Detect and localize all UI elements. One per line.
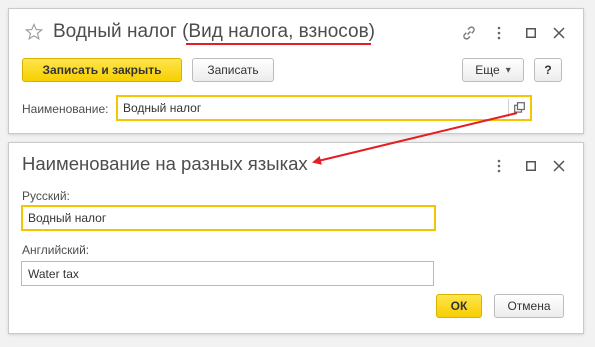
- cancel-button[interactable]: Отмена: [494, 294, 564, 318]
- more-button-label: Еще: [475, 63, 500, 77]
- english-value: Water tax: [28, 267, 79, 281]
- name-label: Наименование:: [22, 102, 109, 116]
- russian-value: Водный налог: [28, 211, 107, 225]
- link-icon[interactable]: [461, 25, 477, 41]
- russian-field[interactable]: Водный налог: [21, 205, 436, 231]
- window-title: Водный налог (Вид налога, взносов): [53, 21, 375, 43]
- close-icon[interactable]: [553, 160, 565, 172]
- field-divider: [508, 99, 509, 117]
- maximize-icon[interactable]: [526, 28, 536, 38]
- languages-window-title: Наименование на разных языках: [22, 153, 308, 174]
- maximize-icon[interactable]: [526, 161, 536, 171]
- star-icon[interactable]: [25, 23, 43, 41]
- save-button[interactable]: Записать: [192, 58, 274, 82]
- more-button[interactable]: Еще ▾: [462, 58, 524, 82]
- english-field[interactable]: Water tax: [21, 261, 434, 286]
- close-icon[interactable]: [553, 27, 565, 39]
- chevron-down-icon: ▾: [505, 64, 511, 76]
- name-field[interactable]: Водный налог: [116, 95, 532, 121]
- more-vertical-icon[interactable]: [495, 158, 503, 174]
- more-vertical-icon[interactable]: [495, 25, 503, 41]
- name-value: Водный налог: [123, 101, 202, 115]
- open-list-icon[interactable]: [514, 102, 525, 113]
- languages-window: Наименование на разных языках Русский: В…: [8, 142, 584, 334]
- title-prefix: Водный налог (: [53, 21, 189, 42]
- russian-label: Русский:: [22, 189, 70, 203]
- help-button[interactable]: ?: [534, 58, 562, 82]
- save-and-close-button[interactable]: Записать и закрыть: [22, 58, 182, 82]
- english-label: Английский:: [22, 243, 90, 257]
- title-suffix: ): [368, 21, 375, 42]
- title-type-underlined: Вид налога, взносов: [188, 21, 369, 42]
- ok-button[interactable]: ОК: [436, 294, 482, 318]
- tax-type-window: Водный налог (Вид налога, взносов) Запис…: [8, 8, 584, 134]
